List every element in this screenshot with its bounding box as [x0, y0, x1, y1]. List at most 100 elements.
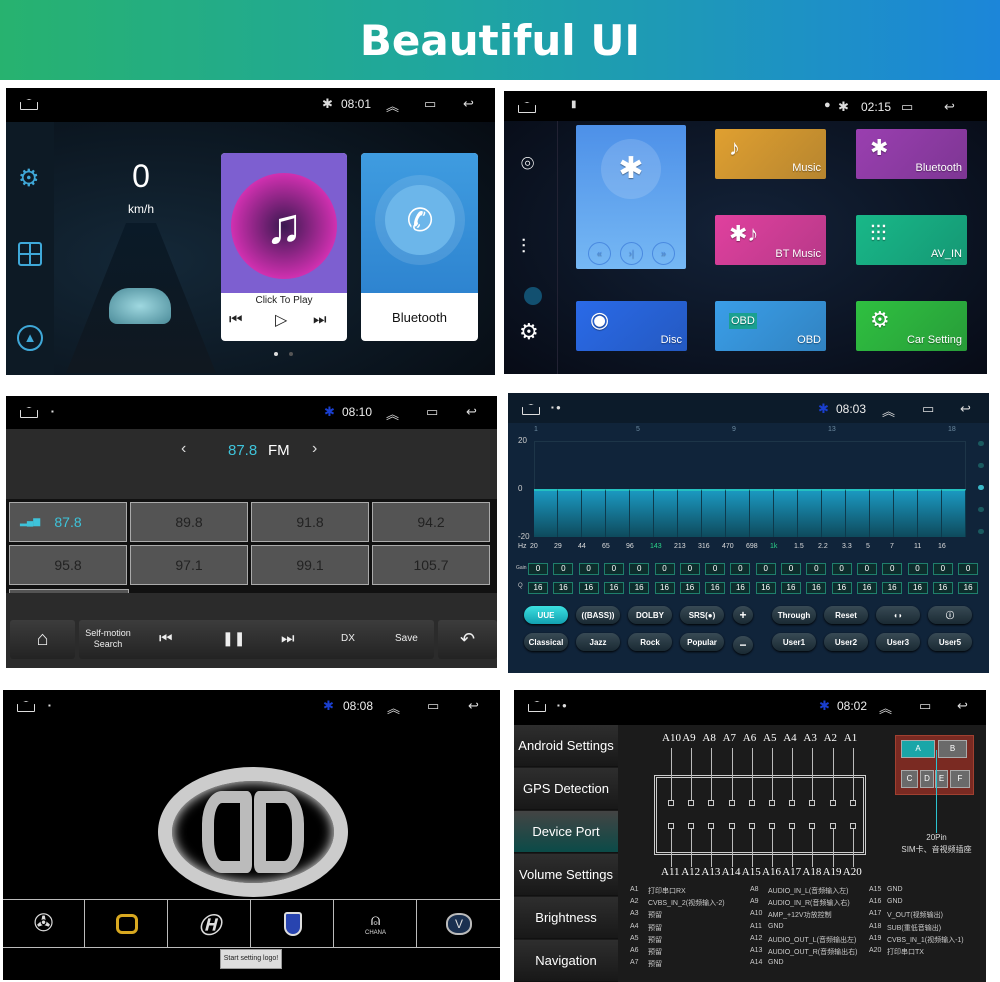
preset-button[interactable]: 97.1: [130, 545, 248, 585]
eq-band-bar[interactable]: [678, 489, 702, 537]
preset-button[interactable]: ▂▄▆ 87.8: [9, 502, 127, 542]
q-value-field[interactable]: 16: [831, 582, 852, 594]
pause-icon[interactable]: ❚❚: [222, 630, 245, 647]
preset-decrease-button[interactable]: −: [733, 636, 753, 654]
back-icon[interactable]: ↩: [960, 401, 971, 417]
seek-forward-icon[interactable]: ⏭: [281, 630, 295, 647]
q-value-field[interactable]: 16: [679, 582, 700, 594]
gain-value-field[interactable]: 0: [528, 563, 548, 575]
preset-rock-button[interactable]: Rock: [628, 633, 672, 651]
gear-icon[interactable]: ⚙: [519, 319, 539, 345]
next-frequency-button[interactable]: ›: [312, 440, 317, 458]
home-icon[interactable]: [17, 701, 35, 712]
bluetooth-player-widget[interactable]: ✱ « ›| »: [576, 125, 686, 269]
music-card[interactable]: ♫ Click To Play ⏮ ▷ ⏭: [221, 153, 347, 341]
info-button[interactable]: ⓘ: [928, 606, 972, 624]
auto-search-button[interactable]: Self-motion Search: [81, 628, 135, 650]
preset-popular-button[interactable]: Popular: [680, 633, 724, 651]
q-value-field[interactable]: 16: [629, 582, 650, 594]
gain-value-field[interactable]: 0: [932, 563, 953, 575]
eq-band-bar[interactable]: [534, 489, 558, 537]
q-value-field[interactable]: 16: [730, 582, 751, 594]
q-value-field[interactable]: 16: [781, 582, 801, 594]
preset-button[interactable]: 99.1: [251, 545, 369, 585]
tile-bluetooth[interactable]: ✱ Bluetooth: [856, 129, 967, 179]
eq-band-bar[interactable]: [726, 489, 750, 537]
recent-apps-icon[interactable]: ▭: [427, 698, 439, 714]
gain-value-field[interactable]: 0: [831, 563, 852, 575]
recent-apps-icon[interactable]: ▭: [901, 99, 913, 115]
gain-value-field[interactable]: 0: [553, 563, 574, 575]
apps-grid-icon[interactable]: [18, 242, 42, 266]
preset-button[interactable]: 95.8: [9, 545, 127, 585]
seek-back-icon[interactable]: ⏮: [159, 630, 173, 647]
home-icon[interactable]: [20, 99, 38, 110]
menu-item-gps-detection[interactable]: GPS Detection: [514, 768, 618, 810]
recent-apps-icon[interactable]: ▭: [922, 401, 934, 417]
eq-band-bar[interactable]: [606, 489, 630, 537]
menu-item-brightness[interactable]: Brightness: [514, 897, 618, 939]
preset-user3-button[interactable]: User3: [876, 633, 920, 651]
eq-band-bar[interactable]: [942, 489, 966, 537]
dx-button[interactable]: DX: [341, 633, 355, 644]
preset-button[interactable]: 91.8: [251, 502, 369, 542]
eq-band-bar[interactable]: [918, 489, 942, 537]
eq-band-bar[interactable]: [774, 489, 798, 537]
tile-music[interactable]: ♪ Music: [715, 129, 826, 179]
gain-value-field[interactable]: 0: [578, 563, 599, 575]
home-icon[interactable]: [518, 102, 536, 113]
gain-value-field[interactable]: 0: [907, 563, 928, 575]
balance-button[interactable]: ◖◗: [876, 606, 920, 624]
q-value-field[interactable]: 16: [806, 582, 827, 594]
q-value-field[interactable]: 16: [755, 582, 776, 594]
eq-band-bar[interactable]: [750, 489, 774, 537]
page-dot[interactable]: [289, 352, 293, 356]
recent-apps-icon[interactable]: ▭: [426, 404, 438, 420]
q-value-field[interactable]: 16: [654, 582, 675, 594]
collapse-icon[interactable]: ︽: [387, 698, 400, 717]
gain-value-field[interactable]: 0: [806, 563, 827, 575]
menu-item-volume-settings[interactable]: Volume Settings: [514, 854, 618, 896]
eq-band-bar[interactable]: [702, 489, 726, 537]
gain-value-field[interactable]: 0: [755, 563, 776, 575]
mercedes-logo[interactable]: ✇: [3, 900, 85, 947]
preset-button[interactable]: 105.7: [372, 545, 490, 585]
gear-icon[interactable]: ⚙: [18, 164, 40, 193]
location-pin-icon[interactable]: ⌾: [521, 151, 534, 177]
srs-button[interactable]: SRS(●): [680, 606, 724, 624]
gain-value-field[interactable]: 0: [958, 563, 979, 575]
bass-button[interactable]: ((BASS)): [576, 606, 620, 624]
home-icon[interactable]: [20, 407, 38, 418]
menu-item-navigation[interactable]: Navigation: [514, 940, 618, 982]
eq-band-bar[interactable]: [582, 489, 606, 537]
previous-icon[interactable]: «: [588, 242, 611, 265]
q-value-field[interactable]: 16: [907, 582, 928, 594]
page-dot-active[interactable]: [274, 352, 278, 356]
q-value-field[interactable]: 16: [882, 582, 903, 594]
hyundai-logo[interactable]: Ⓗ: [169, 900, 251, 947]
eq-band-bar[interactable]: [558, 489, 582, 537]
previous-icon[interactable]: ⏮: [229, 311, 243, 328]
recent-apps-icon[interactable]: ▭: [424, 96, 436, 112]
save-button[interactable]: Save: [395, 633, 418, 644]
home-button[interactable]: ⌂: [10, 620, 75, 659]
q-value-field[interactable]: 16: [705, 582, 726, 594]
eq-side-dot[interactable]: [978, 463, 984, 468]
uue-button[interactable]: UUE: [524, 606, 568, 624]
gain-value-field[interactable]: 0: [705, 563, 726, 575]
next-icon[interactable]: ⏭: [313, 311, 327, 328]
eq-band-bar[interactable]: [894, 489, 918, 537]
eq-side-dot[interactable]: [978, 485, 984, 490]
collapse-icon[interactable]: ︽: [882, 401, 895, 420]
golden-logo[interactable]: [86, 900, 168, 947]
eq-band-bar[interactable]: [846, 489, 870, 537]
reset-button[interactable]: Reset: [824, 606, 868, 624]
preset-jazz-button[interactable]: Jazz: [576, 633, 620, 651]
dolby-button[interactable]: DOLBY: [628, 606, 672, 624]
shield-logo[interactable]: [252, 900, 334, 947]
eq-side-dot[interactable]: [978, 441, 984, 446]
eq-band-bar[interactable]: [870, 489, 894, 537]
navigation-icon[interactable]: ▲: [17, 325, 43, 351]
menu-item-android-settings[interactable]: Android Settings: [514, 725, 618, 767]
gain-value-field[interactable]: 0: [781, 563, 801, 575]
